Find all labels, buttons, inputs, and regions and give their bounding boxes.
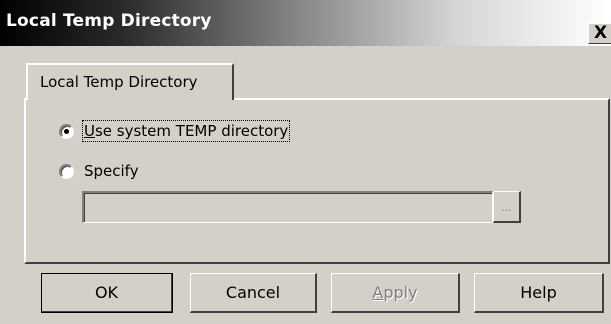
specify-label[interactable]: Specify: [84, 162, 139, 180]
use-system-temp-option[interactable]: Use system TEMP directory: [59, 120, 291, 142]
label-rest: se system TEMP directory: [94, 122, 289, 140]
tab-label: Local Temp Directory: [40, 73, 198, 91]
close-button[interactable]: X: [588, 23, 611, 44]
title-bar[interactable]: Local Temp Directory X: [0, 0, 611, 46]
mnemonic-u: U: [84, 122, 95, 140]
help-button[interactable]: Help: [474, 273, 604, 313]
use-system-temp-radio[interactable]: [59, 123, 74, 139]
temp-path-input[interactable]: [82, 191, 493, 223]
apply-button[interactable]: Apply: [331, 273, 460, 313]
specify-radio[interactable]: [59, 163, 74, 179]
mnemonic-a: A: [372, 283, 384, 302]
ok-button[interactable]: OK: [41, 273, 173, 313]
local-temp-directory-dialog: Local Temp Directory X Local Temp Direct…: [0, 0, 611, 324]
use-system-temp-label[interactable]: Use system TEMP directory: [81, 120, 291, 142]
apply-label-rest: pply: [383, 283, 418, 302]
browse-button[interactable]: ...: [493, 191, 521, 223]
cancel-button[interactable]: Cancel: [190, 273, 317, 313]
close-icon: X: [594, 23, 608, 43]
specify-option[interactable]: Specify: [59, 162, 139, 180]
window-title: Local Temp Directory: [6, 11, 212, 31]
tab-local-temp-directory[interactable]: Local Temp Directory: [26, 63, 234, 100]
